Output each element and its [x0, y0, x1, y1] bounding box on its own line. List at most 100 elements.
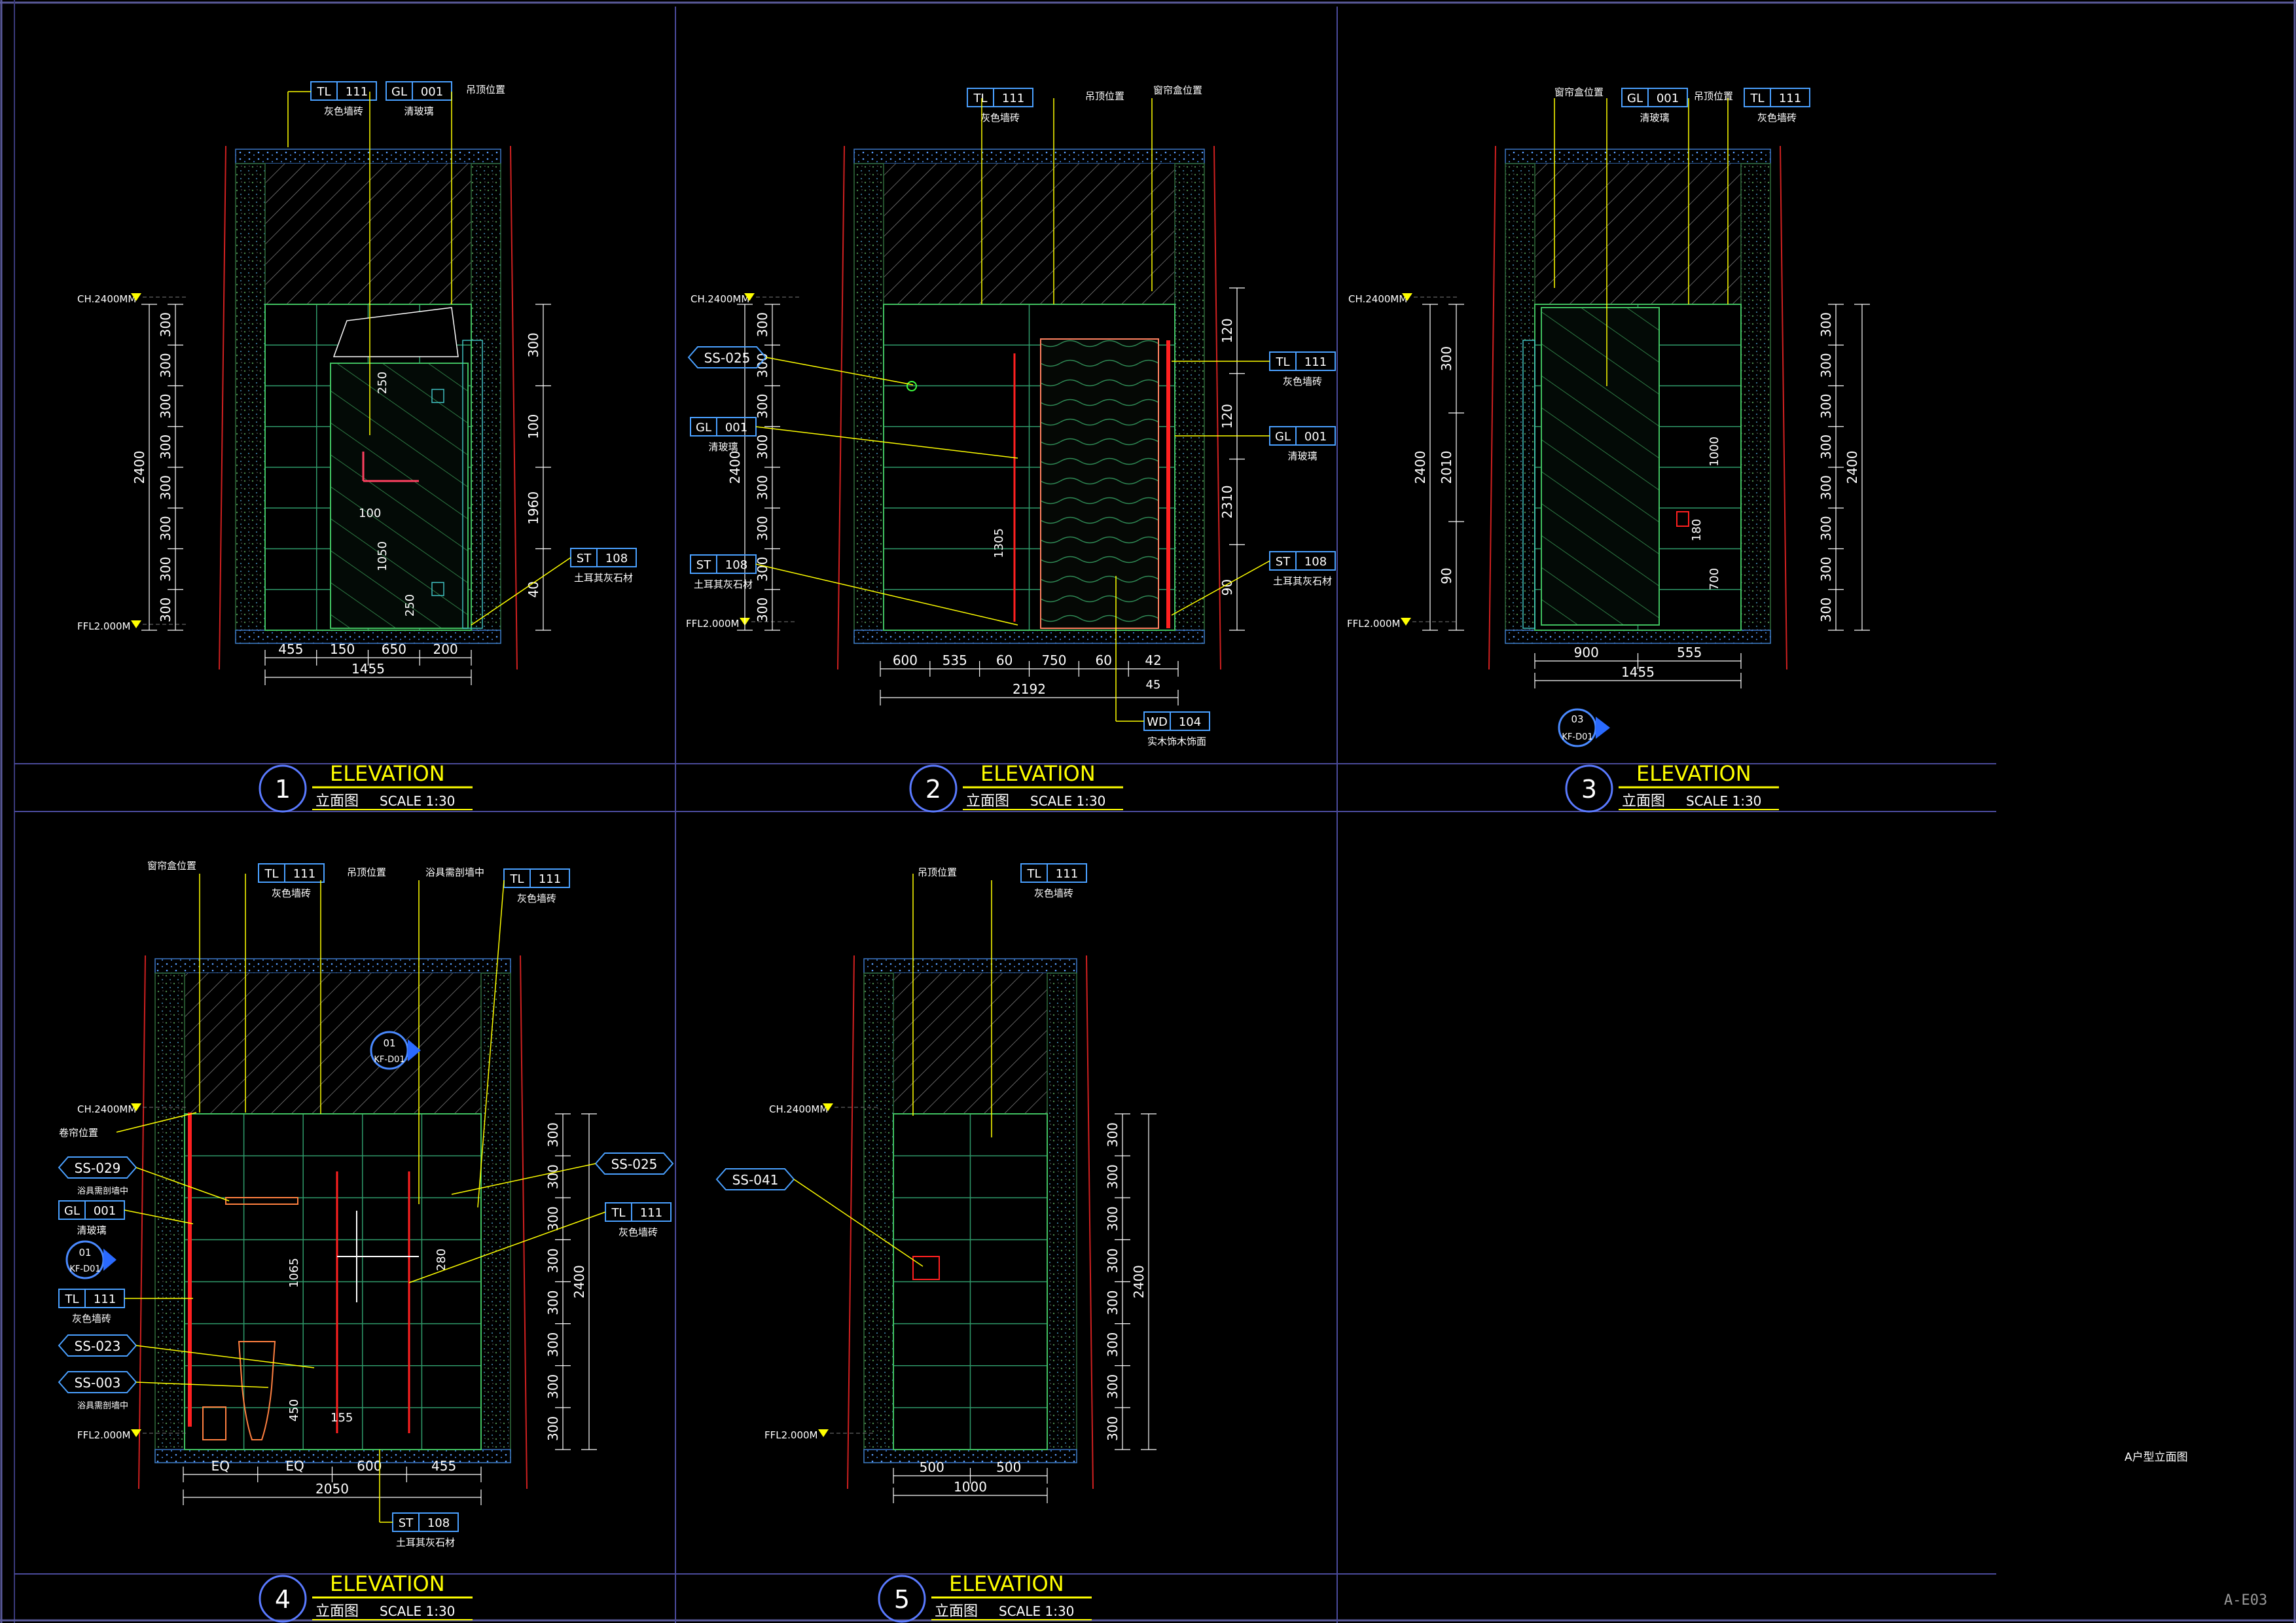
dimension-chain: 300 300 300 300 300 300 300 300 2400	[132, 304, 183, 631]
dim-value: 300	[158, 394, 173, 419]
level-label: FFL2.000M	[77, 1429, 131, 1441]
equipment-callout: SS-003	[58, 1371, 137, 1393]
dim-value: 300	[158, 597, 173, 622]
dim-value: 300	[755, 597, 770, 622]
elevation-number: 3	[1581, 775, 1597, 804]
dim-value: 300	[755, 435, 770, 459]
dim-value: 455	[431, 1458, 456, 1474]
tag-number: 001	[421, 85, 443, 99]
tag-number: 111	[1002, 92, 1024, 105]
tag-number: 111	[640, 1206, 662, 1220]
tag-description: 土耳其灰石材	[1273, 575, 1332, 587]
tag-number: 001	[725, 421, 747, 435]
floor-slab	[853, 630, 1205, 644]
section-ref-bottom: KF-D01	[374, 1055, 404, 1065]
left-wall-section	[154, 972, 185, 1463]
dim-total: 2400	[571, 1265, 587, 1298]
dim-value: 300	[1105, 1164, 1121, 1189]
tag-number: 111	[1056, 867, 1078, 881]
dim-value: 300	[755, 353, 770, 378]
dim-value: 155	[331, 1411, 353, 1425]
tag-description: 灰色墙砖	[1757, 112, 1797, 124]
ceiling-void-hatch	[265, 164, 471, 304]
ceiling-slab	[235, 149, 501, 164]
dim-value: 300	[1818, 557, 1834, 582]
title-block-1: 1 ELEVATION 立面图 SCALE 1:30	[259, 761, 473, 813]
level-label: FFL2.000M	[764, 1429, 818, 1441]
section-marker: 03 KF-D01	[1558, 708, 1610, 747]
elevation-scale: SCALE 1:30	[380, 793, 455, 809]
elevation-panel-4: CH.2400MMFFL2.000M3003003003003003003003…	[58, 860, 674, 1548]
mixer-valve	[912, 1256, 940, 1280]
dim-total: 2400	[1412, 451, 1428, 484]
outline-red	[1086, 955, 1094, 1489]
tag-number: 108	[427, 1516, 450, 1530]
tag-code: GL	[1627, 92, 1643, 105]
dimension-chain: 300 100 1960 40	[526, 304, 551, 631]
dim-value: 2310	[1219, 485, 1235, 518]
dim-value: 300	[1818, 516, 1834, 541]
tag-description: 灰色墙砖	[1283, 376, 1322, 387]
dim-value: 40	[526, 581, 541, 597]
outline-red	[510, 145, 518, 670]
dimension-chain: 455 150 650 200 1455	[264, 641, 472, 685]
dim-value: 60	[1096, 652, 1112, 668]
dim-value: EQ	[285, 1458, 304, 1474]
dim-value: 300	[1818, 312, 1834, 337]
dim-value: 500	[920, 1459, 944, 1475]
annotation-note: 窗帘盒位置	[1554, 86, 1604, 98]
section-ref-top: 01	[79, 1247, 91, 1258]
elevation-title: ELEVATION	[949, 1571, 1064, 1596]
material-tag: ST 108 土耳其灰石材	[392, 1512, 459, 1548]
dim-value: 455	[278, 641, 303, 657]
elevation-subtitle: 立面图	[966, 793, 1009, 810]
dim-value: 450	[287, 1399, 301, 1421]
elevation-number: 1	[275, 775, 291, 804]
dim-value: 42	[1145, 652, 1161, 668]
annotation-note: 浴具需剖墙中	[425, 866, 484, 878]
tag-number: 108	[605, 552, 628, 565]
material-tag: GL 001 清玻璃	[58, 1200, 125, 1236]
dim-value: 300	[545, 1416, 561, 1441]
tag-code: TL	[316, 85, 331, 99]
floor-slab	[863, 1449, 1077, 1463]
level-marker: CH.2400MM	[77, 293, 188, 305]
elevation-panel-5: CH.2400MMFFL2.000M3003003003003003003003…	[715, 863, 1157, 1503]
dim-value: 300	[1439, 346, 1454, 371]
elevation-panel-2: CH.2400MM FFL2.000M 300 300 300 300 300 300 300 3…	[686, 84, 1336, 747]
dim-value: 300	[755, 516, 770, 541]
dim-value: 300	[158, 557, 173, 582]
dim-value: 45	[1146, 678, 1161, 692]
level-marker: FFL2.000M	[764, 1429, 876, 1441]
level-marker: FFL2.000M	[686, 618, 797, 630]
material-tag: ST 108 土耳其灰石材	[690, 554, 757, 590]
ceiling-slab	[1505, 149, 1771, 164]
callout-label: SS-023	[75, 1338, 121, 1354]
left-wall-section	[853, 163, 884, 644]
dim-value: 300	[755, 557, 770, 582]
callout-label: SS-025	[704, 350, 751, 366]
callout-label: SS-003	[75, 1375, 121, 1391]
level-label: CH.2400MM	[691, 293, 749, 305]
leader-line	[755, 563, 1018, 626]
tag-number: 001	[1304, 430, 1327, 444]
level-label: CH.2400MM	[77, 1103, 136, 1115]
dim-value: 300	[545, 1164, 561, 1189]
level-label: CH.2400MM	[769, 1103, 828, 1115]
floor-slab	[1505, 630, 1771, 644]
tag-number: 111	[346, 85, 368, 99]
tag-number: 104	[1179, 715, 1201, 729]
tag-code: TL	[1275, 355, 1289, 369]
dim-value: 120	[1219, 318, 1235, 343]
dim-value: 300	[158, 475, 173, 500]
dim-total: 1455	[351, 661, 385, 677]
tag-description: 灰色墙砖	[72, 1313, 111, 1325]
dim-total: 1455	[1621, 664, 1655, 680]
level-label: FFL2.000M	[686, 618, 740, 630]
left-wall-section	[863, 972, 894, 1463]
dimension-chain: 300 2010 90 2400	[1412, 304, 1464, 631]
tag-description: 清玻璃	[404, 105, 433, 117]
tag-code: ST	[696, 558, 711, 572]
level-triangle	[131, 620, 141, 628]
outline-red	[520, 955, 528, 1489]
